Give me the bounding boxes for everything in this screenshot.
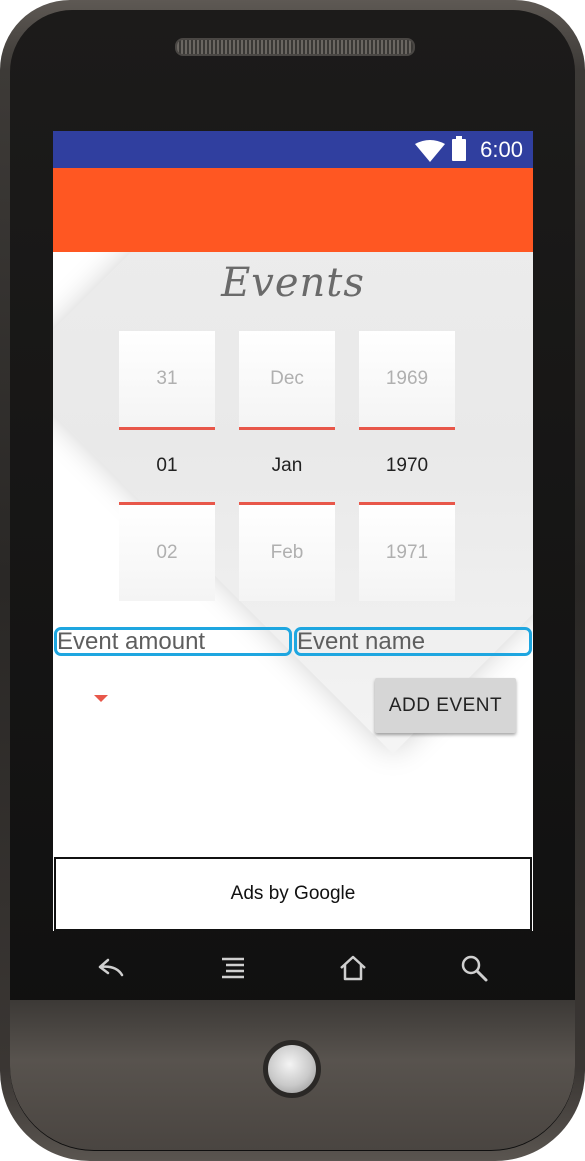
month-selected[interactable]: Jan (239, 427, 335, 505)
status-bar: 6:00 (53, 131, 533, 168)
day-next[interactable]: 02 (119, 505, 215, 601)
add-event-button[interactable]: ADD EVENT (375, 678, 516, 733)
main-content: Events 31 01 02 Dec Jan Feb 1969 1970 19… (53, 252, 533, 857)
year-selected[interactable]: 1970 (359, 427, 455, 505)
ad-text: Ads by Google (230, 883, 356, 904)
year-picker[interactable]: 1969 1970 1971 (359, 331, 455, 601)
dropdown-arrow-icon[interactable] (94, 695, 108, 702)
back-icon[interactable] (96, 953, 126, 983)
battery-icon (452, 136, 466, 161)
day-prev[interactable]: 31 (119, 331, 215, 427)
menu-icon[interactable] (218, 953, 248, 983)
status-time: 6:00 (480, 137, 523, 162)
wifi-icon (415, 140, 445, 162)
earpiece-speaker (175, 38, 415, 56)
event-amount-input[interactable] (54, 627, 292, 656)
app-bar (53, 168, 533, 252)
month-prev[interactable]: Dec (239, 331, 335, 427)
month-picker[interactable]: Dec Jan Feb (239, 331, 335, 601)
day-picker[interactable]: 31 01 02 (119, 331, 215, 601)
home-icon[interactable] (338, 953, 368, 983)
event-name-input[interactable] (294, 627, 532, 656)
day-selected[interactable]: 01 (119, 427, 215, 505)
hardware-home-button[interactable] (263, 1040, 321, 1098)
ad-banner[interactable]: Ads by Google (54, 857, 532, 931)
month-next[interactable]: Feb (239, 505, 335, 601)
page-title: Events (221, 260, 365, 306)
screen: 6:00 Events 31 01 02 Dec Jan Feb 1969 19… (53, 131, 533, 931)
nav-bar (53, 935, 533, 1000)
year-next[interactable]: 1971 (359, 505, 455, 601)
year-prev[interactable]: 1969 (359, 331, 455, 427)
search-icon[interactable] (459, 953, 489, 983)
